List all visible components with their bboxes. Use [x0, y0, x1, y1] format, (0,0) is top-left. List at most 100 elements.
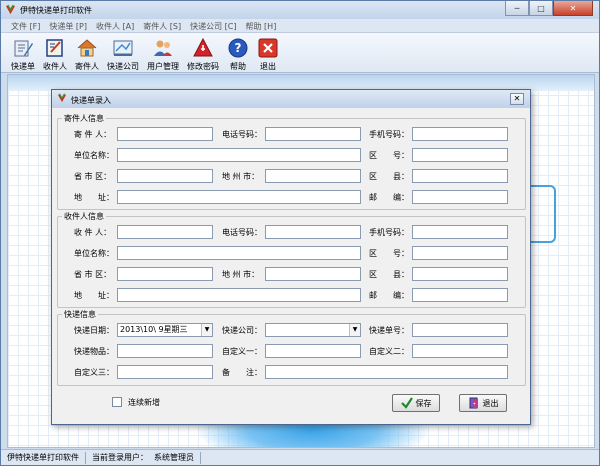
menu-waybill[interactable]: 快递单 [P]: [45, 19, 92, 32]
receiver-company-label: 单位名称：: [74, 249, 114, 258]
receiver-postcode-label: 邮 编：: [369, 291, 409, 300]
express-number-input[interactable]: [412, 323, 508, 337]
toolbar-express-company-button[interactable]: 快递公司: [103, 33, 143, 73]
dialog-title: 快递单录入: [71, 96, 111, 105]
waybill-icon: [14, 40, 33, 57]
sender-mobile-input[interactable]: [412, 127, 508, 141]
custom3-label: 自定义三：: [74, 368, 114, 377]
receiver-name-label: 收 件 人：: [74, 228, 112, 237]
receiver-province-label: 省 市 区：: [74, 270, 112, 279]
sender-city-input[interactable]: [265, 169, 361, 183]
toolbar-exit-button[interactable]: 退出: [253, 33, 283, 73]
receiver-district-label: 区 号：: [369, 249, 409, 258]
toolbar-label: 帮助: [230, 62, 246, 71]
sender-company-label: 单位名称：: [74, 151, 114, 160]
receiver-address-label: 地 址：: [74, 291, 114, 300]
minimize-button[interactable]: ─: [505, 1, 529, 16]
express-goods-input[interactable]: [117, 344, 213, 358]
toolbar-label: 修改密码: [187, 62, 219, 71]
sender-county-input[interactable]: [412, 169, 508, 183]
express-date-label: 快递日期：: [74, 326, 114, 335]
custom1-input[interactable]: [265, 344, 361, 358]
decorative-bracket: [528, 185, 556, 243]
main-window: 伊特快递单打印软件 ─ □ ✕ 文件 [F] 快递单 [P] 收件人 [A] 寄…: [0, 0, 600, 466]
receiver-county-input[interactable]: [412, 267, 508, 281]
toolbar-label: 退出: [260, 62, 276, 71]
sender-address-input[interactable]: [117, 190, 361, 204]
check-icon: [400, 397, 413, 409]
menu-receiver[interactable]: 收件人 [A]: [92, 19, 139, 32]
menu-help[interactable]: 帮助 [H]: [242, 19, 282, 32]
receiver-info-group: 收件人信息 收 件 人： 电话号码： 手机号码： 单位名称： 区 号： 省 市 …: [57, 211, 526, 308]
sender-county-label: 区 县：: [369, 172, 409, 181]
app-title: 伊特快递单打印软件: [20, 6, 92, 15]
express-number-label: 快递单号：: [369, 326, 409, 335]
sender-postcode-input[interactable]: [412, 190, 508, 204]
maximize-button[interactable]: □: [529, 1, 553, 16]
sender-info-group: 寄件人信息 寄 件 人： 电话号码： 手机号码： 单位名称： 区 号： 省 市 …: [57, 113, 526, 210]
status-bar: 伊特快递单打印软件 当前登录用户： 系统管理员: [1, 449, 599, 465]
toolbar-label: 快递单: [11, 62, 35, 71]
custom1-label: 自定义一：: [222, 347, 262, 356]
toolbar-waybill-button[interactable]: 快递单: [7, 33, 39, 73]
sender-company-input[interactable]: [117, 148, 361, 162]
toolbar-receiver-button[interactable]: 收件人: [39, 33, 71, 73]
express-company-label: 快递公司：: [222, 326, 262, 335]
express-goods-label: 快递物品：: [74, 347, 114, 356]
dialog-title-bar: 快递单录入 ✕: [52, 90, 530, 108]
receiver-mobile-label: 手机号码：: [369, 228, 409, 237]
dialog-logo-icon: [57, 93, 67, 103]
exit-icon: [258, 38, 278, 58]
express-date-picker[interactable]: 2013\10\ 9星期三 ▼: [117, 323, 213, 337]
menu-file[interactable]: 文件 [F]: [7, 19, 45, 32]
sender-phone-input[interactable]: [265, 127, 361, 141]
status-app-name: 伊特快递单打印软件: [1, 451, 86, 464]
exit-button-label: 退出: [482, 398, 499, 408]
exit-button[interactable]: 退出: [459, 394, 507, 412]
receiver-company-input[interactable]: [117, 246, 361, 260]
sender-district-input[interactable]: [412, 148, 508, 162]
receiver-city-label: 地 州 市：: [222, 270, 260, 279]
receiver-city-input[interactable]: [265, 267, 361, 281]
toolbar-user-management-button[interactable]: 用户管理: [143, 33, 183, 73]
receiver-address-input[interactable]: [117, 288, 361, 302]
receiver-province-input[interactable]: [117, 267, 213, 281]
remark-label: 备 注：: [222, 368, 262, 377]
sender-address-label: 地 址：: [74, 193, 114, 202]
toolbar: 快递单 收件人 寄件人 快递公司 用户管理 修改密码 ? 帮助 退出: [1, 33, 599, 73]
close-button[interactable]: ✕: [553, 1, 593, 16]
express-company-select[interactable]: ▼: [265, 323, 361, 337]
toolbar-change-password-button[interactable]: 修改密码: [183, 33, 223, 73]
save-button[interactable]: 保存: [392, 394, 440, 412]
sender-province-label: 省 市 区：: [74, 172, 112, 181]
toolbar-label: 收件人: [43, 62, 67, 71]
continuous-add-checkbox[interactable]: [112, 397, 122, 407]
sender-name-input[interactable]: [117, 127, 213, 141]
receiver-phone-label: 电话号码：: [222, 228, 262, 237]
menu-express-company[interactable]: 快递公司 [C]: [186, 19, 241, 32]
sender-phone-label: 电话号码：: [222, 130, 262, 139]
sender-province-input[interactable]: [117, 169, 213, 183]
custom3-input[interactable]: [117, 365, 213, 379]
receiver-county-label: 区 县：: [369, 270, 409, 279]
dropdown-arrow-icon[interactable]: ▼: [349, 324, 360, 336]
group-label: 快递信息: [62, 309, 98, 320]
remark-input[interactable]: [265, 365, 508, 379]
toolbar-help-button[interactable]: ? 帮助: [223, 33, 253, 73]
receiver-mobile-input[interactable]: [412, 225, 508, 239]
dropdown-arrow-icon[interactable]: ▼: [201, 324, 212, 336]
receiver-district-input[interactable]: [412, 246, 508, 260]
dialog-close-button[interactable]: ✕: [510, 93, 524, 105]
group-label: 收件人信息: [62, 211, 106, 222]
custom2-input[interactable]: [412, 344, 508, 358]
group-label: 寄件人信息: [62, 113, 106, 124]
user-management-icon: [154, 40, 172, 56]
sender-name-label: 寄 件 人：: [74, 130, 112, 139]
menu-sender[interactable]: 寄件人 [S]: [139, 19, 186, 32]
app-logo-icon: [5, 4, 16, 15]
sender-house-icon: [77, 39, 97, 57]
receiver-phone-input[interactable]: [265, 225, 361, 239]
receiver-postcode-input[interactable]: [412, 288, 508, 302]
receiver-name-input[interactable]: [117, 225, 213, 239]
toolbar-sender-button[interactable]: 寄件人: [71, 33, 103, 73]
